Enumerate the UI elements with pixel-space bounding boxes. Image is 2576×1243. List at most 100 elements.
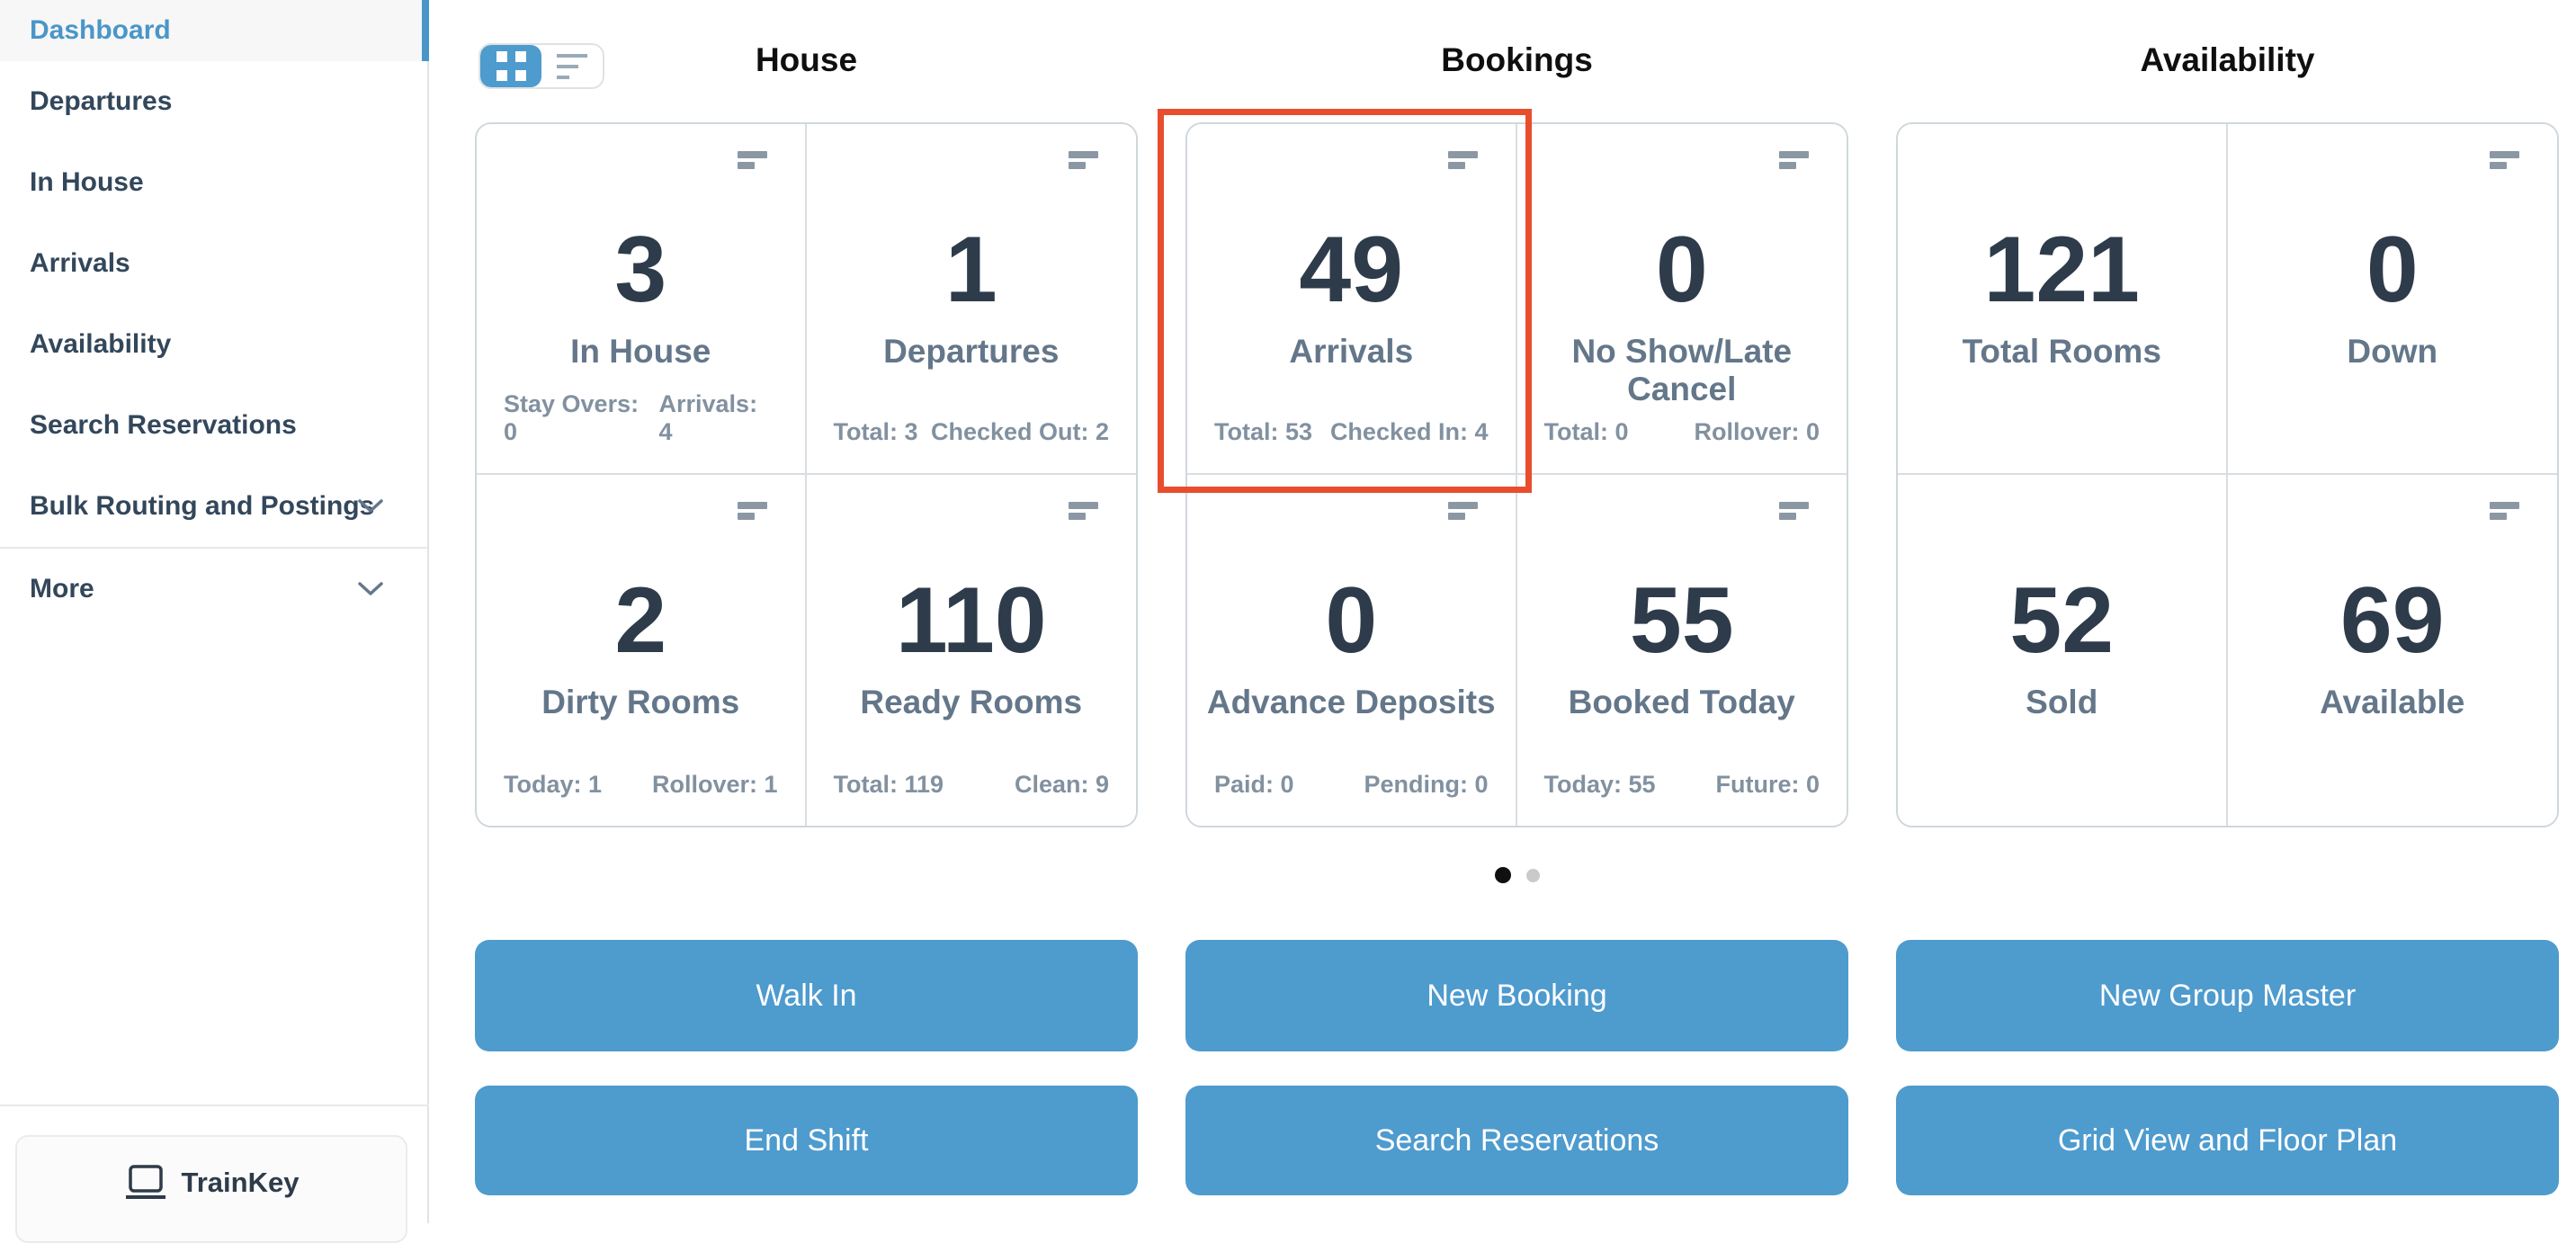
- tile-stat-left: Today: 55: [1543, 771, 1656, 798]
- stat-tile-ready-rooms[interactable]: 110 Ready Rooms Total: 119 Clean: 9: [806, 475, 1136, 826]
- tile-stats: Total: 0 Rollover: 0: [1544, 418, 1820, 446]
- tile-stats: Today: 55 Future: 0: [1544, 771, 1820, 799]
- tile-label: Dirty Rooms: [541, 684, 740, 720]
- section-title-availability: Availability: [2140, 41, 2315, 78]
- tile-stat-right: Clean: 9: [1014, 771, 1109, 798]
- tile-menu-icon[interactable]: [1069, 151, 1098, 169]
- chevron-down-icon: [357, 581, 384, 597]
- stat-tile-available[interactable]: 69 Available: [2227, 475, 2557, 826]
- tile-stats: Paid: 0 Pending: 0: [1214, 771, 1489, 799]
- tile-stat-right: Future: 0: [1715, 771, 1820, 798]
- walk-in-button[interactable]: Walk In: [475, 940, 1138, 1051]
- sidebar-item-label: Arrivals: [30, 248, 130, 278]
- tile-value: 52: [2009, 568, 2115, 673]
- tile-value: 3: [614, 218, 667, 322]
- tile-menu-icon[interactable]: [1447, 502, 1478, 520]
- chevron-down-icon: [357, 498, 384, 514]
- stat-tile-no-show-late-cancel[interactable]: 0 No Show/Late Cancel Total: 0 Rollover:…: [1516, 124, 1847, 475]
- sidebar-item-arrivals[interactable]: Arrivals: [0, 223, 427, 304]
- tile-stat-left: Paid: 0: [1214, 771, 1294, 798]
- section-title-bookings: Bookings: [1441, 41, 1593, 78]
- tile-stat-left: Total: 3: [833, 418, 918, 445]
- stat-tile-departures[interactable]: 1 Departures Total: 3 Checked Out: 2: [806, 124, 1136, 475]
- availability-section: 121 Total Rooms 0 Down 52 Sold 69 Availa…: [1896, 122, 2559, 827]
- stat-tile-booked-today[interactable]: 55 Booked Today Today: 55 Future: 0: [1516, 475, 1847, 826]
- stat-tile-dirty-rooms[interactable]: 2 Dirty Rooms Today: 1 Rollover: 1: [477, 475, 807, 826]
- tile-stats: Stay Overs: 0 Arrivals: 4: [504, 390, 778, 446]
- sidebar-item-search-reservations[interactable]: Search Reservations: [0, 385, 427, 466]
- tile-label: Down: [2347, 333, 2438, 370]
- tile-label: Booked Today: [1568, 684, 1795, 720]
- new-group-master-button[interactable]: New Group Master: [1896, 940, 2559, 1051]
- stat-tile-sold[interactable]: 52 Sold: [1898, 475, 2228, 826]
- tile-value: 49: [1299, 218, 1404, 322]
- tile-label: In House: [570, 333, 711, 370]
- tile-stats: Total: 3 Checked Out: 2: [834, 418, 1110, 446]
- tile-stat-left: Total: 0: [1543, 418, 1629, 445]
- sidebar-item-availability[interactable]: Availability: [0, 304, 427, 385]
- tile-menu-icon[interactable]: [2490, 151, 2519, 169]
- tile-label: Available: [2320, 684, 2465, 720]
- sidebar: Dashboard Departures In House Arrivals A…: [0, 0, 429, 1243]
- tile-label: Total Rooms: [1962, 333, 2161, 370]
- tile-value: 69: [2339, 568, 2445, 673]
- tile-menu-icon[interactable]: [1779, 151, 1809, 169]
- stat-tile-total-rooms[interactable]: 121 Total Rooms: [1898, 124, 2228, 475]
- tile-menu-icon[interactable]: [737, 151, 767, 169]
- laptop-icon: [124, 1164, 167, 1215]
- stat-tile-advance-deposits[interactable]: 0 Advance Deposits Paid: 0 Pending: 0: [1187, 475, 1517, 826]
- sidebar-item-bulk-routing-and-postings[interactable]: Bulk Routing and Postings: [0, 466, 427, 547]
- carousel-dot-inactive[interactable]: [1525, 868, 1540, 882]
- active-indicator-bar: [422, 0, 429, 61]
- tile-label: Sold: [2026, 684, 2098, 720]
- trainkey-label: TrainKey: [181, 1167, 300, 1198]
- sidebar-item-dashboard[interactable]: Dashboard: [0, 0, 429, 61]
- tile-label: Departures: [883, 333, 1060, 370]
- tile-menu-icon[interactable]: [1447, 151, 1478, 169]
- new-booking-button[interactable]: New Booking: [1185, 940, 1848, 1051]
- tile-stats: Today: 1 Rollover: 1: [504, 771, 778, 799]
- sidebar-item-label: In House: [30, 167, 144, 197]
- tile-stat-left: Total: 119: [833, 771, 944, 798]
- tile-label: Arrivals: [1289, 333, 1414, 370]
- tile-stat-right: Pending: 0: [1364, 771, 1489, 798]
- tile-label: Advance Deposits: [1206, 684, 1496, 720]
- end-shift-button[interactable]: End Shift: [475, 1086, 1138, 1195]
- sidebar-item-departures[interactable]: Departures: [0, 61, 427, 142]
- tile-value: 121: [1983, 218, 2141, 322]
- tile-value: 0: [1655, 218, 1708, 322]
- tile-stat-left: Total: 53: [1214, 418, 1313, 445]
- tile-stat-right: Checked Out: 2: [930, 418, 1109, 445]
- tile-label: No Show/Late Cancel: [1571, 333, 1793, 407]
- tile-value: 110: [895, 568, 1047, 673]
- sidebar-item-in-house[interactable]: In House: [0, 142, 427, 223]
- tile-menu-icon[interactable]: [2490, 502, 2519, 520]
- house-section: 3 In House Stay Overs: 0 Arrivals: 4 1 D…: [475, 122, 1138, 827]
- carousel-dots: [1185, 866, 1848, 884]
- stat-tile-arrivals[interactable]: 49 Arrivals Total: 53 Checked In: 4: [1187, 124, 1517, 475]
- tile-stat-right: Rollover: 1: [651, 771, 778, 798]
- tile-value: 55: [1629, 568, 1734, 673]
- section-title-house: House: [755, 41, 858, 78]
- sidebar-item-label: Search Reservations: [30, 410, 297, 440]
- tile-stat-right: Checked In: 4: [1329, 418, 1489, 445]
- carousel-dot-active[interactable]: [1494, 867, 1511, 883]
- search-reservations-button[interactable]: Search Reservations: [1185, 1086, 1848, 1195]
- tile-menu-icon[interactable]: [1779, 502, 1809, 520]
- stat-tile-down[interactable]: 0 Down: [2227, 124, 2557, 475]
- tile-value: 0: [2366, 218, 2419, 322]
- tile-menu-icon[interactable]: [737, 502, 767, 520]
- sidebar-item-more[interactable]: More: [0, 549, 427, 630]
- bookings-section: 49 Arrivals Total: 53 Checked In: 4 0 No…: [1185, 122, 1848, 827]
- sidebar-item-label: Dashboard: [30, 15, 171, 45]
- trainkey-button[interactable]: TrainKey: [15, 1135, 407, 1243]
- tile-menu-icon[interactable]: [1069, 502, 1098, 520]
- tile-value: 0: [1325, 568, 1378, 673]
- sidebar-item-label: Availability: [30, 329, 172, 359]
- sidebar-item-label: Bulk Routing and Postings: [30, 491, 375, 521]
- tile-label: Ready Rooms: [860, 684, 1083, 720]
- grid-view-and-floor-plan-button[interactable]: Grid View and Floor Plan: [1896, 1086, 2559, 1195]
- stat-tile-in-house[interactable]: 3 In House Stay Overs: 0 Arrivals: 4: [477, 124, 807, 475]
- sidebar-footer-divider: [0, 1104, 429, 1106]
- tile-stat-right: Arrivals: 4: [658, 390, 758, 445]
